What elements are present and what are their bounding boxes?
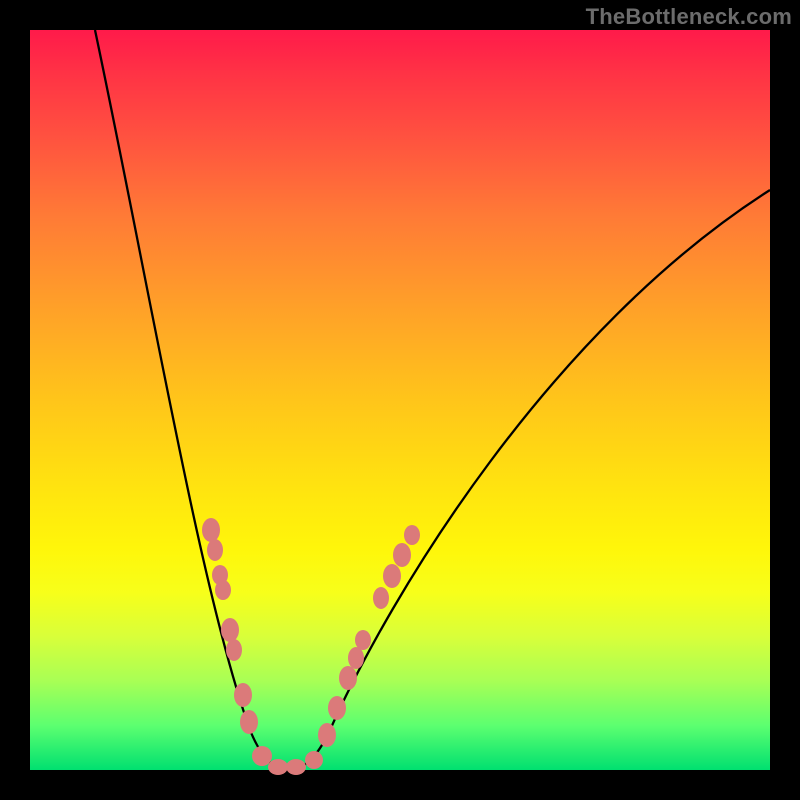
chart-plot-area bbox=[30, 30, 770, 770]
curve-bead bbox=[202, 518, 220, 542]
curve-bead bbox=[221, 618, 239, 642]
curve-bead bbox=[226, 639, 242, 661]
curve-bead bbox=[328, 696, 346, 720]
curve-bead bbox=[404, 525, 420, 545]
curve-bead bbox=[240, 710, 258, 734]
curve-bead bbox=[286, 759, 306, 775]
watermark-text: TheBottleneck.com bbox=[586, 4, 792, 30]
curve-bead bbox=[393, 543, 411, 567]
curve-bead bbox=[355, 630, 371, 650]
curve-bead bbox=[215, 580, 231, 600]
curve-bead bbox=[305, 751, 323, 769]
curve-bead bbox=[207, 539, 223, 561]
curve-bead bbox=[348, 647, 364, 669]
curve-bead bbox=[268, 759, 288, 775]
curve-bead bbox=[252, 746, 272, 766]
curve-bead bbox=[234, 683, 252, 707]
curve-bead bbox=[373, 587, 389, 609]
chart-svg bbox=[30, 30, 770, 770]
curve-bead bbox=[339, 666, 357, 690]
curve-bead bbox=[383, 564, 401, 588]
curve-bead bbox=[318, 723, 336, 747]
bead-group bbox=[202, 518, 420, 775]
bottleneck-curve-line bbox=[95, 30, 770, 770]
